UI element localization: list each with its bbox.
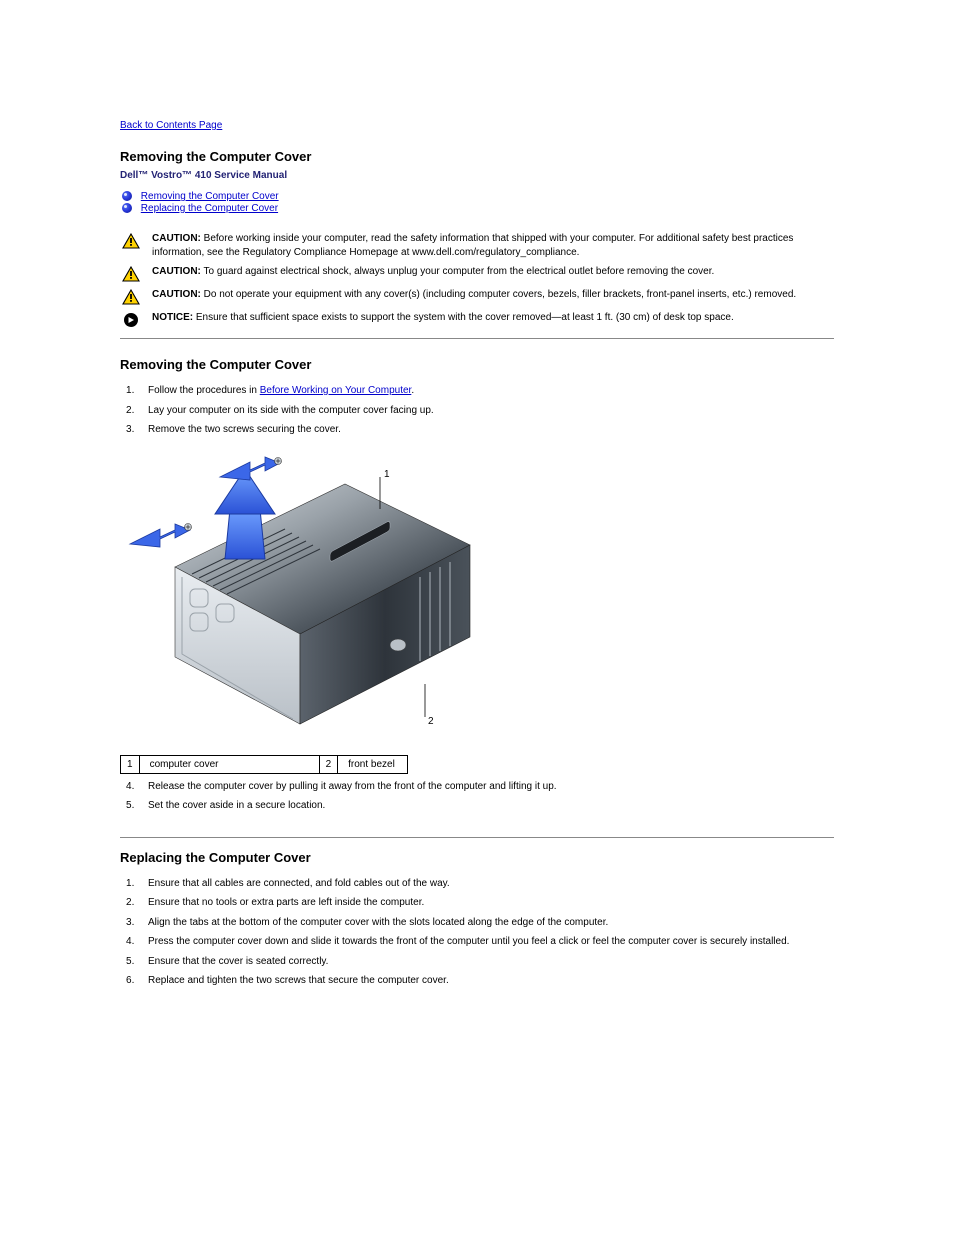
step-text: Follow the procedures in [148, 385, 260, 396]
caution-label: CAUTION: [152, 266, 201, 277]
replace-step-3: Align the tabs at the bottom of the comp… [120, 916, 834, 930]
caution-text: Do not operate your equipment with any c… [201, 289, 796, 300]
step-4: Release the computer cover by pulling it… [120, 780, 834, 794]
step-1: Follow the procedures in Before Working … [120, 384, 834, 398]
remove-steps-cont: Release the computer cover by pulling it… [120, 780, 834, 813]
figure-cover-removal: 1 2 [120, 449, 834, 749]
page-title: Removing the Computer Cover [120, 149, 834, 164]
notice-1: NOTICE: Ensure that sufficient space exi… [120, 311, 834, 328]
caution-icon [120, 232, 142, 249]
replace-steps: Ensure that all cables are connected, an… [120, 877, 834, 988]
notice-icon [120, 311, 142, 328]
legend-label: front bezel [338, 755, 408, 773]
svg-text:2: 2 [428, 716, 434, 727]
legend-num: 2 [319, 755, 338, 773]
caution-icon [120, 288, 142, 305]
replace-step-1: Ensure that all cables are connected, an… [120, 877, 834, 891]
legend-num: 1 [121, 755, 140, 773]
replace-step-6: Replace and tighten the two screws that … [120, 974, 834, 988]
notice-text: Ensure that sufficient space exists to s… [193, 312, 734, 323]
replace-step-5: Ensure that the cover is seated correctl… [120, 955, 834, 969]
svg-text:1: 1 [384, 469, 390, 480]
step-1-link[interactable]: Before Working on Your Computer [260, 385, 412, 396]
back-to-contents-link[interactable]: Back to Contents Page [120, 120, 222, 131]
doc-title: Dell™ Vostro™ 410 Service Manual [120, 170, 834, 181]
section-heading-remove: Removing the Computer Cover [120, 357, 834, 372]
step-3: Remove the two screws securing the cover… [120, 423, 834, 437]
caution-2: CAUTION: To guard against electrical sho… [120, 265, 834, 282]
notice-label: NOTICE: [152, 312, 193, 323]
legend-label: computer cover [139, 755, 319, 773]
caution-1: CAUTION: Before working inside your comp… [120, 232, 834, 259]
step-2: Lay your computer on its side with the c… [120, 404, 834, 418]
figure-legend: 1 computer cover 2 front bezel [120, 755, 408, 774]
step-5: Set the cover aside in a secure location… [120, 799, 834, 813]
divider [120, 837, 834, 838]
caution-text: To guard against electrical shock, alway… [201, 266, 714, 277]
caution-label: CAUTION: [152, 233, 201, 244]
replace-step-2: Ensure that no tools or extra parts are … [120, 896, 834, 910]
caution-3: CAUTION: Do not operate your equipment w… [120, 288, 834, 305]
bullet-icon [122, 191, 132, 201]
caution-text: Before working inside your computer, rea… [152, 233, 793, 258]
toc-list: Removing the Computer Cover Replacing th… [122, 191, 834, 214]
step-text: . [411, 385, 414, 396]
toc-link-replace[interactable]: Replacing the Computer Cover [141, 203, 278, 214]
divider [120, 338, 834, 339]
caution-label: CAUTION: [152, 289, 201, 300]
remove-steps: Follow the procedures in Before Working … [120, 384, 834, 437]
section-heading-replace: Replacing the Computer Cover [120, 850, 834, 865]
bullet-icon [122, 203, 132, 213]
toc-link-remove[interactable]: Removing the Computer Cover [141, 191, 279, 202]
replace-step-4: Press the computer cover down and slide … [120, 935, 834, 949]
caution-icon [120, 265, 142, 282]
